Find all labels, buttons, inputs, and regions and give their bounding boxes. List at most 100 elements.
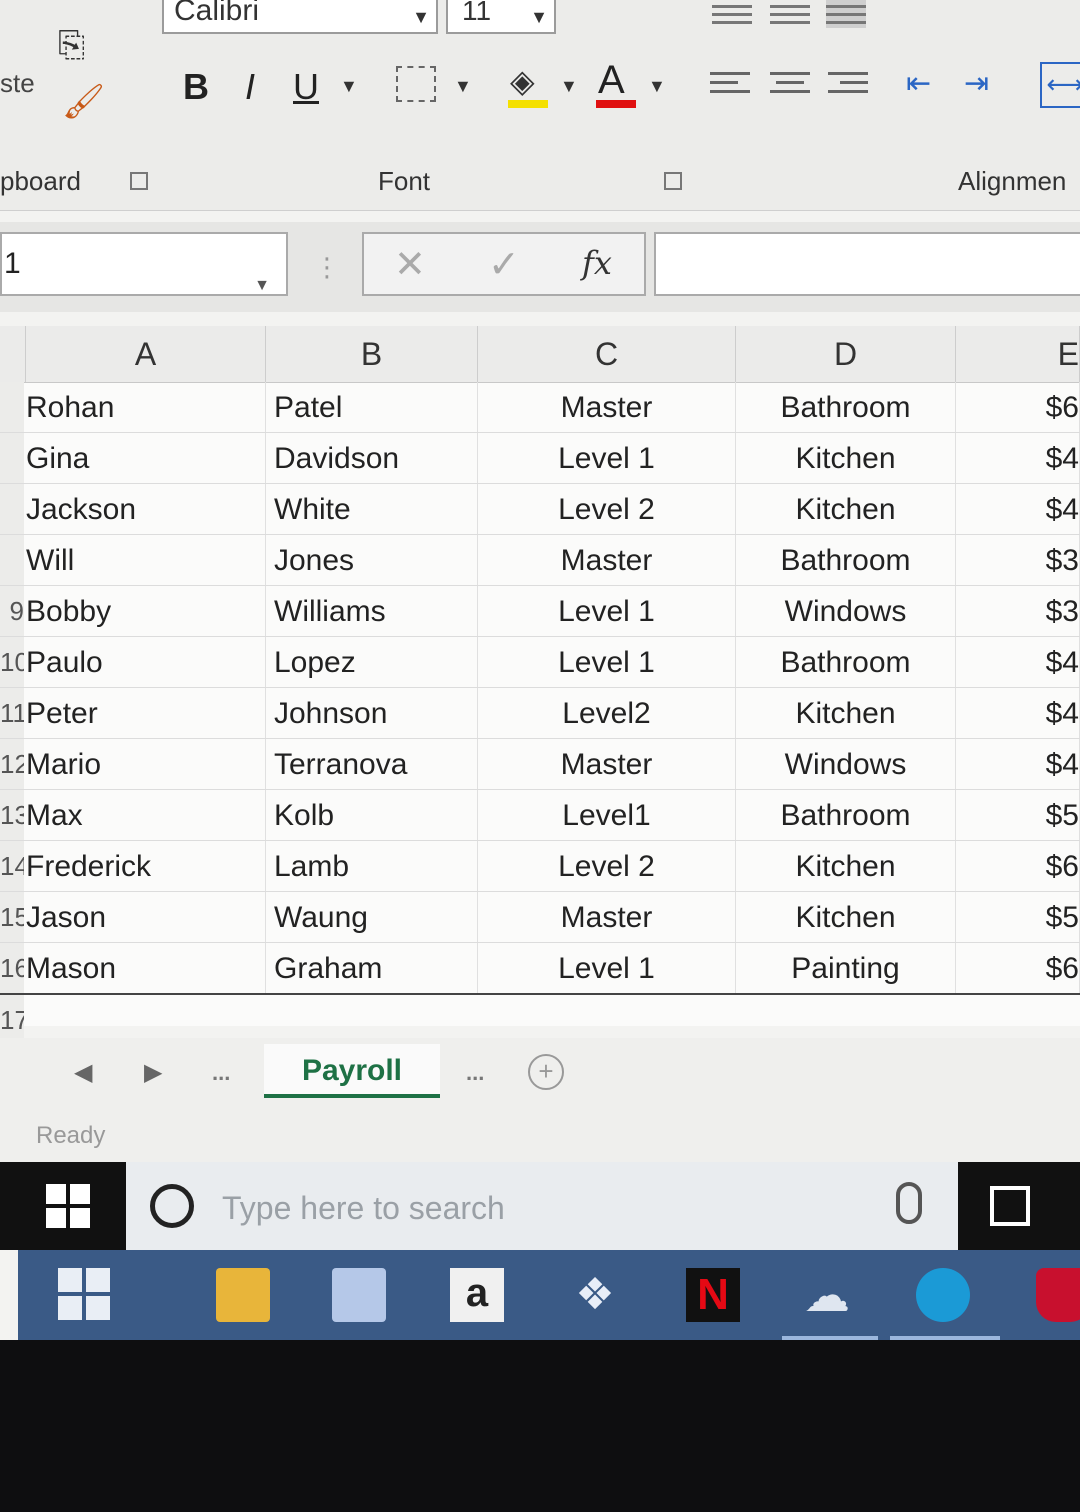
task-view-button[interactable] <box>958 1162 1080 1250</box>
format-painter-icon[interactable]: 🖌 <box>62 82 105 122</box>
italic-button[interactable]: I <box>234 62 266 112</box>
column-header-d[interactable]: D <box>736 326 956 382</box>
formula-input[interactable] <box>654 232 1080 296</box>
name-box[interactable]: 1 ▼ <box>0 232 288 296</box>
underline-button[interactable]: U <box>288 62 324 112</box>
cell-first-name[interactable]: Peter <box>26 688 266 738</box>
font-launcher-icon[interactable] <box>664 172 682 190</box>
cell-first-name[interactable]: Mason <box>26 943 266 993</box>
prev-sheet-icon[interactable]: ◀ <box>74 1058 92 1087</box>
next-sheet-icon[interactable]: ▶ <box>144 1058 162 1087</box>
row-number[interactable] <box>0 433 24 483</box>
row-number[interactable]: 16 <box>0 943 24 993</box>
row-number[interactable]: 9 <box>0 586 24 636</box>
cell-first-name[interactable]: Jason <box>26 892 266 942</box>
cell-category[interactable]: Kitchen <box>736 688 956 738</box>
store-icon[interactable] <box>332 1268 386 1322</box>
cell-amount[interactable]: $3 <box>956 535 1080 585</box>
underline-dropdown-icon[interactable]: ▼ <box>340 76 358 97</box>
cell-first-name[interactable]: Rohan <box>26 382 266 432</box>
cell-amount[interactable]: $6 <box>956 943 1080 993</box>
copy-icon[interactable]: ⎘ <box>58 26 102 66</box>
add-sheet-icon[interactable]: + <box>528 1054 564 1090</box>
cell-category[interactable]: Kitchen <box>736 892 956 942</box>
cell-category[interactable]: Bathroom <box>736 535 956 585</box>
cell-level[interactable]: Level 1 <box>478 637 736 687</box>
row-number[interactable] <box>0 535 24 585</box>
cell-amount[interactable]: $4 <box>956 688 1080 738</box>
cell-level[interactable]: Master <box>478 892 736 942</box>
row-number[interactable] <box>0 382 24 432</box>
cell-level[interactable]: Master <box>478 382 736 432</box>
cell-category[interactable]: Bathroom <box>736 790 956 840</box>
cell-category[interactable]: Kitchen <box>736 841 956 891</box>
check-icon[interactable]: ✓ <box>488 242 520 287</box>
cell-level[interactable]: Level 2 <box>478 841 736 891</box>
cell-last-name[interactable]: Williams <box>266 586 478 636</box>
cell-level[interactable]: Level1 <box>478 790 736 840</box>
cancel-icon[interactable]: ✕ <box>394 242 426 287</box>
font-color-button[interactable]: A <box>594 58 638 110</box>
file-explorer-icon[interactable] <box>216 1268 270 1322</box>
cell-first-name[interactable]: Gina <box>26 433 266 483</box>
cell-amount[interactable]: $5 <box>956 892 1080 942</box>
cell-first-name[interactable]: Max <box>26 790 266 840</box>
cell-amount[interactable]: $4 <box>956 484 1080 534</box>
cell-level[interactable]: Level 1 <box>478 586 736 636</box>
align-left-button[interactable] <box>710 66 750 106</box>
cell-last-name[interactable]: Lopez <box>266 637 478 687</box>
cell-category[interactable]: Bathroom <box>736 382 956 432</box>
start-button[interactable] <box>0 1162 126 1250</box>
cell-first-name[interactable]: Bobby <box>26 586 266 636</box>
fill-color-button[interactable]: ◈ <box>504 62 548 110</box>
edge-icon[interactable] <box>916 1268 970 1322</box>
cell-first-name[interactable]: Paulo <box>26 637 266 687</box>
column-header-c[interactable]: C <box>478 326 736 382</box>
cell-last-name[interactable]: Graham <box>266 943 478 993</box>
chevron-down-icon[interactable]: ▼ <box>254 256 270 316</box>
column-header-e[interactable]: E <box>956 326 1080 382</box>
cell-amount[interactable]: $3 <box>956 586 1080 636</box>
cell-last-name[interactable]: Johnson <box>266 688 478 738</box>
cell-level[interactable]: Level2 <box>478 688 736 738</box>
dropbox-icon[interactable]: ❖ <box>568 1268 622 1322</box>
clipboard-launcher-icon[interactable] <box>130 172 148 190</box>
cell-level[interactable]: Master <box>478 535 736 585</box>
font-size-box[interactable]: 11 ▼ <box>446 0 556 34</box>
cell-last-name[interactable]: Terranova <box>266 739 478 789</box>
amazon-icon[interactable]: a <box>450 1268 504 1322</box>
cell-first-name[interactable]: Frederick <box>26 841 266 891</box>
row-number[interactable] <box>0 484 24 534</box>
top-align-button[interactable] <box>712 0 752 28</box>
cell-amount[interactable]: $5 <box>956 790 1080 840</box>
netflix-icon[interactable]: N <box>686 1268 740 1322</box>
cell-category[interactable]: Painting <box>736 943 956 993</box>
cell-level[interactable]: Master <box>478 739 736 789</box>
cell-last-name[interactable]: White <box>266 484 478 534</box>
insert-function-icon[interactable]: fx <box>582 244 612 282</box>
cell-last-name[interactable]: Waung <box>266 892 478 942</box>
row-number[interactable]: 12 <box>0 739 24 789</box>
cell-category[interactable]: Kitchen <box>736 433 956 483</box>
cell-category[interactable]: Windows <box>736 586 956 636</box>
font-color-dropdown-icon[interactable]: ▼ <box>648 76 666 97</box>
search-input[interactable]: Type here to search <box>222 1190 505 1227</box>
cell-level[interactable]: Level 1 <box>478 943 736 993</box>
chevron-down-icon[interactable]: ▼ <box>412 2 430 32</box>
cortana-icon[interactable] <box>150 1184 194 1228</box>
font-name-box[interactable]: Calibri ▼ <box>162 0 438 34</box>
chevron-down-icon[interactable]: ▼ <box>530 2 548 32</box>
align-center-button[interactable] <box>770 66 810 106</box>
cell-first-name[interactable]: Jackson <box>26 484 266 534</box>
merge-center-button[interactable]: ⟷ <box>1040 62 1080 108</box>
borders-icon[interactable] <box>396 66 436 102</box>
cell-category[interactable]: Kitchen <box>736 484 956 534</box>
cell-level[interactable]: Level 2 <box>478 484 736 534</box>
row-number[interactable]: 15 <box>0 892 24 942</box>
cell-category[interactable]: Bathroom <box>736 637 956 687</box>
row-number[interactable]: 14 <box>0 841 24 891</box>
cell-category[interactable]: Windows <box>736 739 956 789</box>
cloud-app-icon[interactable]: ☁ <box>800 1268 854 1322</box>
align-right-button[interactable] <box>828 66 868 106</box>
fill-color-dropdown-icon[interactable]: ▼ <box>560 76 578 97</box>
